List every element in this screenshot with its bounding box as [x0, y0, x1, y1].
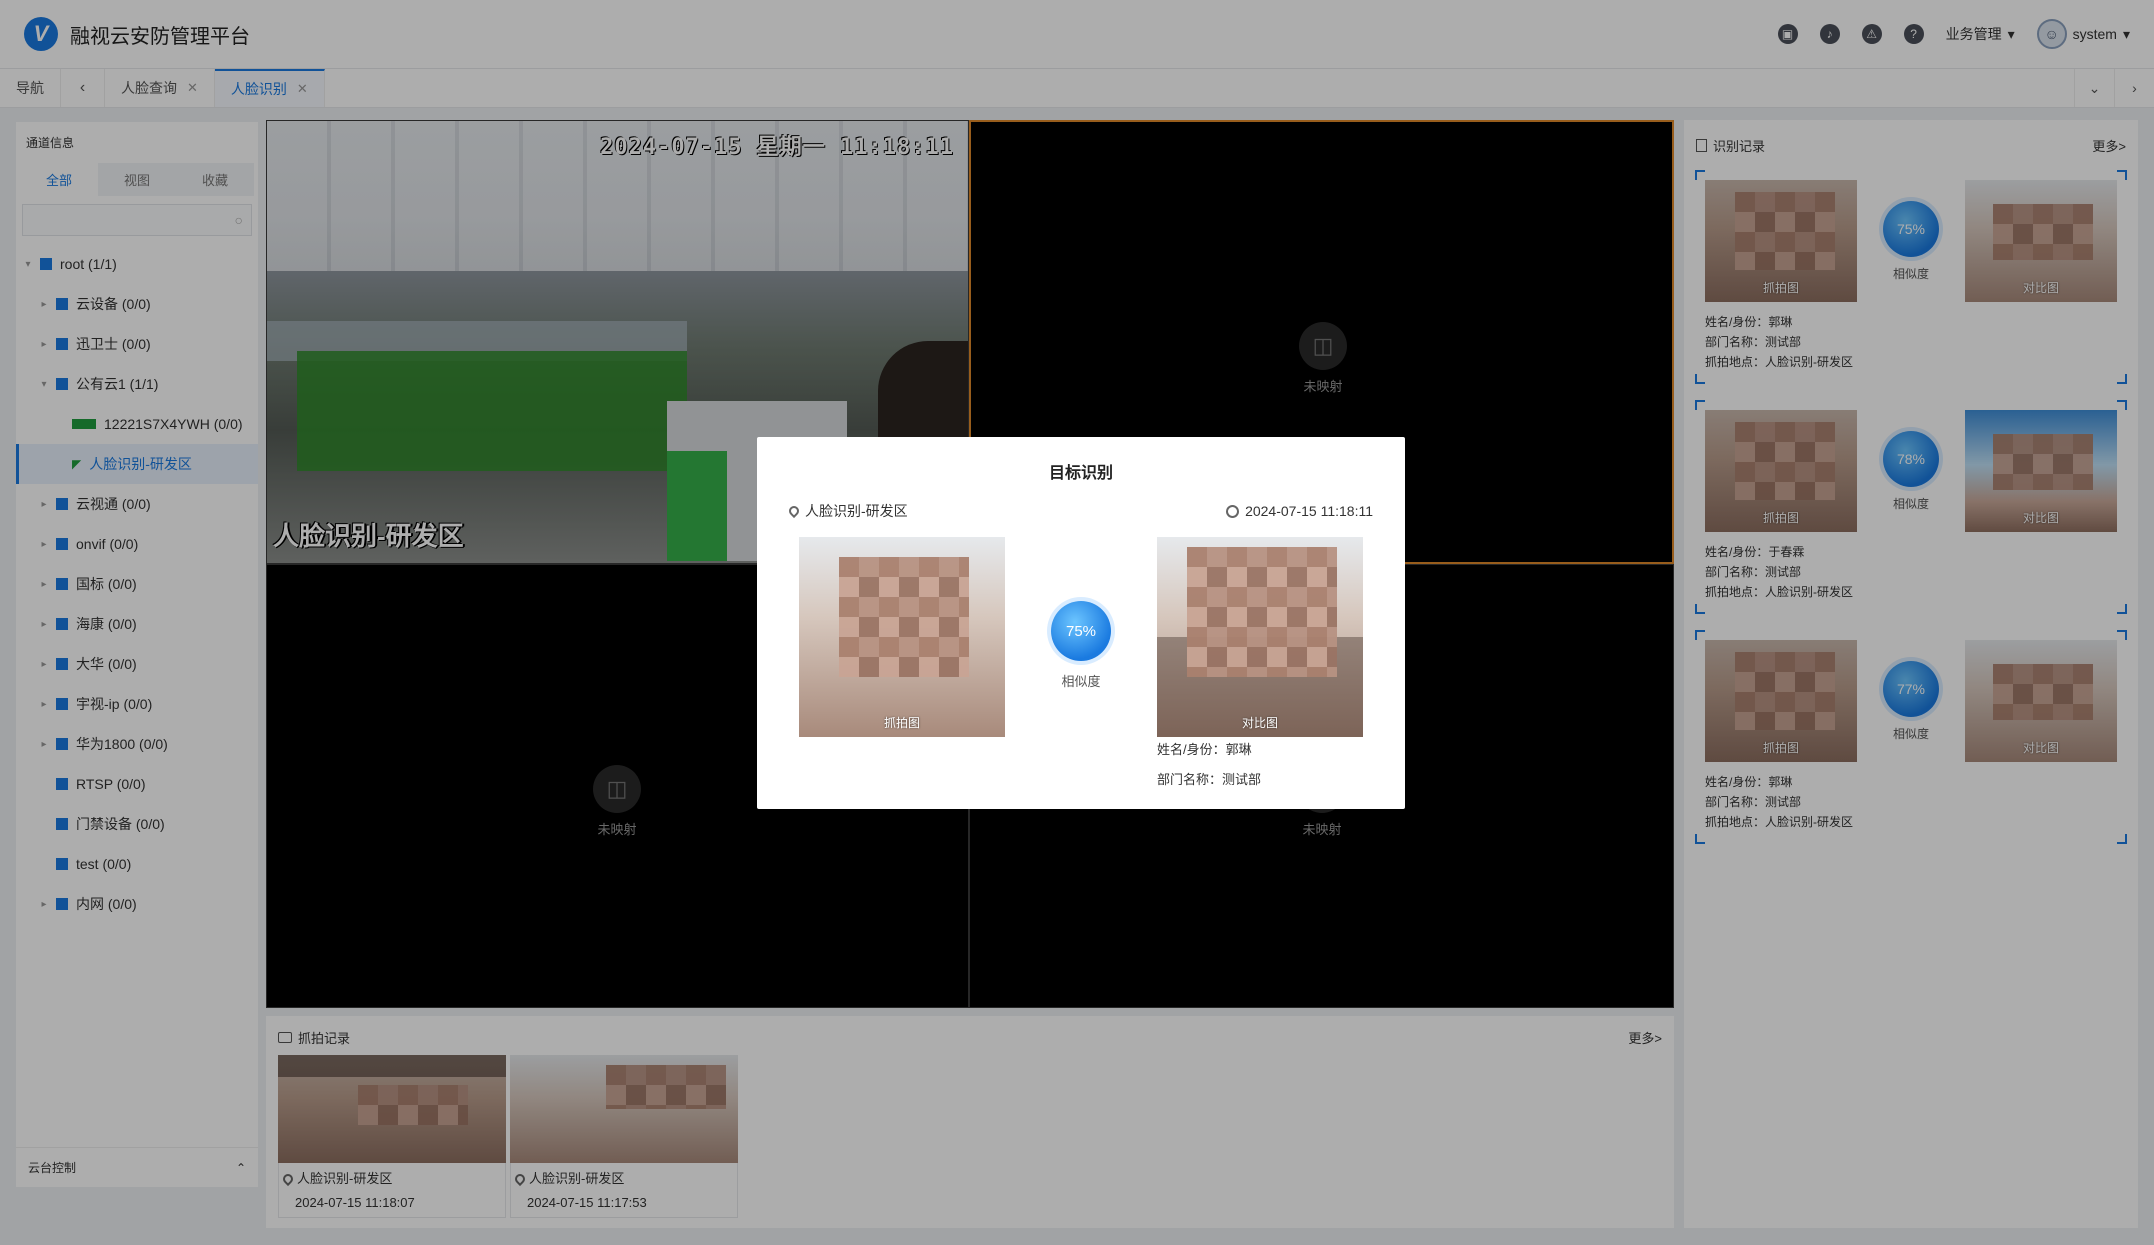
- compare-image-label: 对比图: [1241, 716, 1278, 730]
- dialog-similarity: 75% 相似度: [1051, 601, 1111, 690]
- dialog-compare-image: 对比图: [1157, 537, 1363, 737]
- dialog-capture-image: 抓拍图: [799, 537, 1005, 737]
- dialog-department: 部门名称：测试部: [1157, 772, 1262, 787]
- dialog-name: 姓名/身份：郭琳: [1157, 742, 1252, 757]
- dialog-time: 2024-07-15 11:18:11: [1245, 503, 1373, 519]
- location-icon: [786, 503, 802, 519]
- clock-icon: [1226, 504, 1240, 518]
- capture-image-label: 抓拍图: [883, 716, 920, 730]
- dialog-location: 人脸识别-研发区: [805, 503, 908, 519]
- similarity-label: 相似度: [1061, 674, 1101, 689]
- similarity-score: 75%: [1051, 601, 1111, 661]
- target-recognition-dialog: 目标识别 人脸识别-研发区 2024-07-15 11:18:11 抓拍图 75…: [757, 437, 1405, 809]
- dialog-title: 目标识别: [1048, 465, 1113, 482]
